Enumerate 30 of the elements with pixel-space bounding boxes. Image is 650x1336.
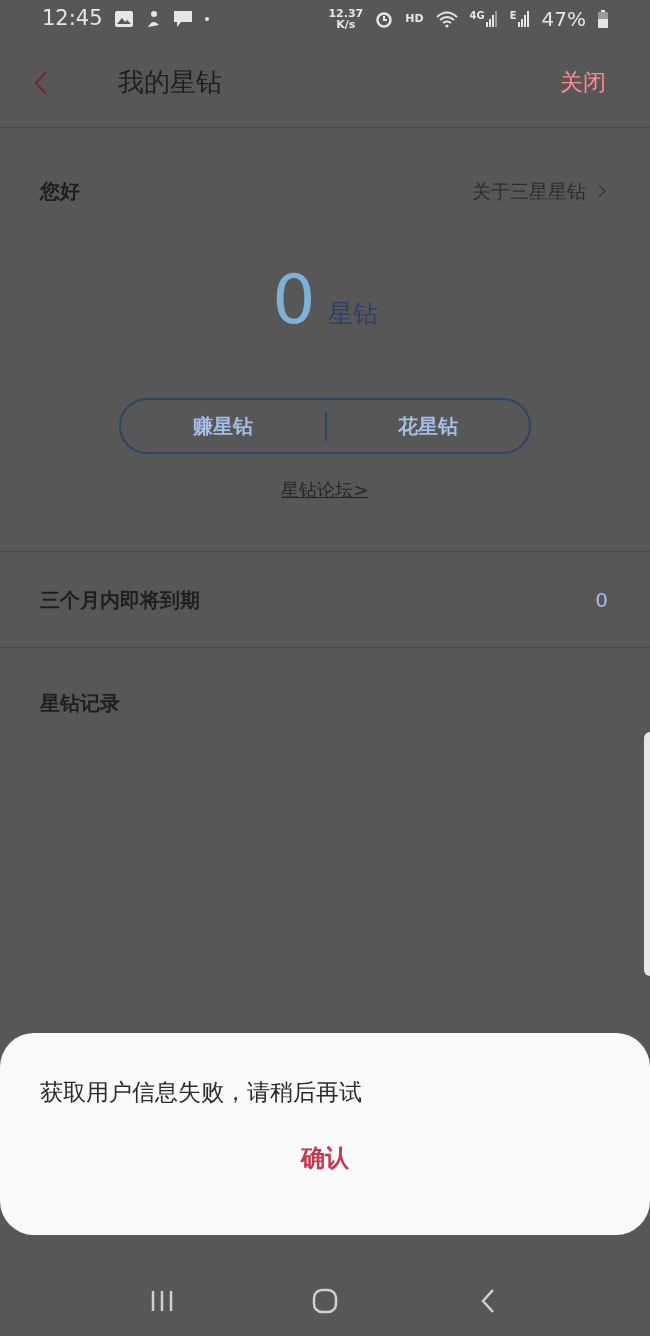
clock: 12:45 xyxy=(42,5,103,33)
greeting: 您好 xyxy=(40,178,80,205)
hd-label: HD xyxy=(405,10,424,27)
signal-icon xyxy=(517,11,530,27)
battery-percent: 47% xyxy=(541,6,586,33)
confirm-button[interactable]: 确认 xyxy=(285,1139,365,1176)
expiring-count: 0 xyxy=(595,586,608,614)
network-label: E xyxy=(509,11,517,21)
page-title: 我的星钻 xyxy=(118,66,222,99)
dialog-message: 获取用户信息失败，请稍后再试 xyxy=(40,1078,363,1107)
image-icon xyxy=(114,11,133,27)
close-button[interactable]: 关闭 xyxy=(560,65,606,100)
wifi-icon xyxy=(435,10,458,28)
home-button[interactable] xyxy=(310,1286,340,1316)
expiring-label: 三个月内即将到期 xyxy=(40,586,200,614)
action-button[interactable]: 花星钻 xyxy=(327,400,529,452)
diamond-amount: 0 xyxy=(272,266,316,334)
alarm-icon xyxy=(375,10,394,28)
dot-icon xyxy=(204,17,209,21)
speed-unit: K/s xyxy=(336,19,356,30)
chevron-icon xyxy=(598,184,606,198)
action-button[interactable]: 赚星钻 xyxy=(121,400,325,452)
back-icon xyxy=(481,1288,496,1314)
battery-icon xyxy=(598,10,608,28)
records-title: 星钻记录 xyxy=(40,691,120,715)
network-label: 4G xyxy=(469,11,485,21)
message-icon xyxy=(172,10,193,28)
speed-value: 12.37 xyxy=(328,8,364,19)
signal-icon xyxy=(485,11,498,27)
edge-panel-handle[interactable] xyxy=(644,732,650,976)
